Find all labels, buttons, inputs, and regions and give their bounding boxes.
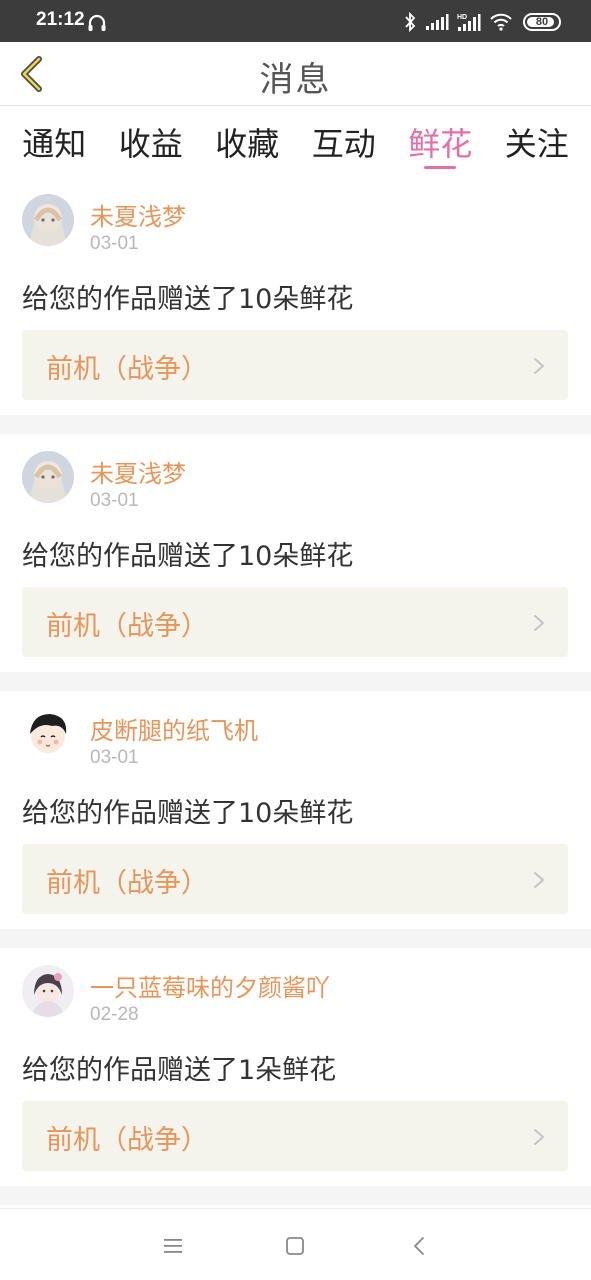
message-list: 未夏浅梦 03-01 给您的作品赠送了10朵鲜花 前机（战争） 未夏浅梦 03-… [0, 177, 591, 1205]
message-text: 给您的作品赠送了10朵鲜花 [22, 284, 354, 315]
work-title: 前机（战争） [46, 354, 208, 385]
signal-icon [426, 14, 449, 30]
menu-button[interactable] [158, 1231, 188, 1261]
back-triangle-icon [414, 1237, 424, 1255]
username[interactable]: 皮断腿的纸飞机 [90, 711, 258, 746]
user-avatar-image [22, 708, 74, 760]
menu-icon [164, 1239, 182, 1253]
user-avatar-image [22, 451, 74, 503]
username[interactable]: 未夏浅梦 [90, 454, 186, 489]
tab-bar: 通知 收益 收藏 互动 鲜花 关注 [0, 107, 591, 177]
avatar[interactable] [22, 708, 74, 760]
chevron-right-icon [534, 615, 544, 631]
list-item: 未夏浅梦 03-01 给您的作品赠送了10朵鲜花 前机（战争） [0, 434, 591, 672]
svg-text:HD: HD [457, 14, 467, 21]
system-back-button[interactable] [404, 1231, 434, 1261]
user-avatar-image [22, 194, 74, 246]
status-time: 21:12 [36, 9, 85, 30]
work-title: 前机（战争） [46, 611, 208, 642]
list-item: 一只蓝莓味的夕颜酱吖 02-28 给您的作品赠送了1朵鲜花 前机（战争） [0, 948, 591, 1186]
message-text: 给您的作品赠送了1朵鲜花 [22, 1055, 337, 1086]
status-bar: 21:12 HD 80 [0, 0, 591, 42]
home-button[interactable] [280, 1231, 310, 1261]
user-avatar-image [22, 965, 74, 1017]
tab-flowers[interactable]: 鲜花 [394, 107, 486, 165]
username[interactable]: 未夏浅梦 [90, 197, 186, 232]
message-date: 03-01 [90, 490, 139, 511]
message-text: 给您的作品赠送了10朵鲜花 [22, 798, 354, 829]
message-date: 02-28 [90, 1004, 139, 1025]
battery-level: 80 [535, 16, 549, 28]
list-item: 皮断腿的纸飞机 03-01 给您的作品赠送了10朵鲜花 前机（战争） [0, 691, 591, 929]
divider [0, 415, 591, 434]
page-title: 消息 [259, 60, 332, 100]
divider [0, 1186, 591, 1205]
chevron-right-icon [534, 358, 544, 374]
tab-earnings[interactable]: 收益 [105, 107, 197, 165]
tab-notifications[interactable]: 通知 [8, 107, 100, 165]
tab-follows[interactable]: 关注 [491, 107, 583, 165]
work-title: 前机（战争） [46, 1125, 208, 1156]
chevron-right-icon [534, 872, 544, 888]
avatar[interactable] [22, 194, 74, 246]
message-text: 给您的作品赠送了10朵鲜花 [22, 541, 354, 572]
message-date: 03-01 [90, 747, 139, 768]
headset-icon [88, 14, 106, 31]
avatar[interactable] [22, 451, 74, 503]
header: 消息 [0, 42, 591, 106]
work-link[interactable]: 前机（战争） [22, 330, 568, 400]
system-nav-bar [0, 1208, 591, 1280]
work-link[interactable]: 前机（战争） [22, 1101, 568, 1171]
bluetooth-icon [405, 12, 416, 32]
username[interactable]: 一只蓝莓味的夕颜酱吖 [90, 968, 330, 1003]
chevron-right-icon [534, 1129, 544, 1145]
divider [0, 672, 591, 691]
work-link[interactable]: 前机（战争） [22, 587, 568, 657]
home-square-icon [286, 1237, 304, 1255]
battery-icon: 80 [523, 13, 561, 31]
status-icons: HD 80 [395, 10, 561, 34]
tab-interactions[interactable]: 互动 [298, 107, 390, 165]
avatar[interactable] [22, 965, 74, 1017]
tab-favorites[interactable]: 收藏 [201, 107, 293, 165]
wifi-icon [490, 13, 512, 31]
list-item: 未夏浅梦 03-01 给您的作品赠送了10朵鲜花 前机（战争） [0, 177, 591, 415]
signal-hd-icon: HD [457, 14, 481, 31]
message-date: 03-01 [90, 233, 139, 254]
work-title: 前机（战争） [46, 868, 208, 899]
work-link[interactable]: 前机（战争） [22, 844, 568, 914]
divider [0, 929, 591, 948]
